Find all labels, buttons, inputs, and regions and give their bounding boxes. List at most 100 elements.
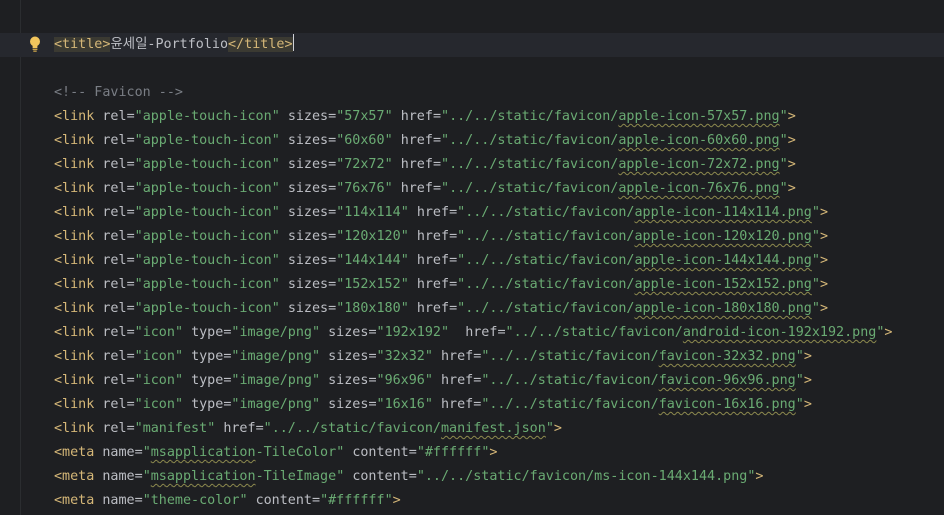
quote: " xyxy=(174,325,183,340)
equals: = xyxy=(497,325,506,340)
code-line[interactable]: <link rel="icon" type="image/png" sizes=… xyxy=(54,321,892,345)
equals: = xyxy=(432,157,441,172)
attr-value-file: android-icon-192x192.png xyxy=(682,325,877,340)
quote: " xyxy=(384,493,393,508)
tag-close: > xyxy=(803,349,812,364)
quote: " xyxy=(811,301,820,316)
quote: " xyxy=(457,277,466,292)
code-line[interactable]: <link rel="apple-touch-icon" sizes="144x… xyxy=(54,249,828,273)
attr-value: ../../static/favicon/ xyxy=(271,421,441,436)
quote: " xyxy=(384,157,393,172)
attr-value: 192x192 xyxy=(384,325,441,340)
code-line[interactable]: <link rel="icon" type="image/png" sizes=… xyxy=(54,369,812,393)
equals: = xyxy=(328,157,337,172)
attr-value: 114x114 xyxy=(344,205,401,220)
attr-value: apple-touch-icon xyxy=(142,253,272,268)
equals: = xyxy=(134,469,143,484)
code-editor[interactable]: <title>윤세일-Portfolio</title> <!-- Favico… xyxy=(0,0,944,515)
attr-name: sizes xyxy=(287,133,329,148)
quote: " xyxy=(400,301,409,316)
code-line[interactable]: <link rel="icon" type="image/png" sizes=… xyxy=(54,345,812,369)
attr-name: content xyxy=(352,445,409,460)
attr-value: ../../static/favicon/ xyxy=(513,325,683,340)
quote: " xyxy=(441,109,450,124)
attr-name: href xyxy=(441,373,474,388)
equals: = xyxy=(449,301,458,316)
attr-name: sizes xyxy=(328,349,369,364)
attr-value: ../../static/favicon/ xyxy=(449,109,619,124)
equals: = xyxy=(368,325,377,340)
quote: " xyxy=(505,325,514,340)
attr-name: sizes xyxy=(287,205,329,220)
attr-value: icon xyxy=(142,373,175,388)
quote: " xyxy=(271,181,280,196)
quote: " xyxy=(441,133,450,148)
attr-name: href xyxy=(223,421,256,436)
tag-close: > xyxy=(819,253,828,268)
tag-open: <link xyxy=(54,133,95,148)
code-line-title[interactable]: <title>윤세일-Portfolio</title> xyxy=(54,33,294,57)
code-line[interactable]: <meta name="msapplication-TileImage" con… xyxy=(54,465,763,489)
attr-value: ../../static/favicon/ xyxy=(465,253,635,268)
attr-name: sizes xyxy=(287,229,329,244)
attr-value: ../../static/favicon/ xyxy=(489,373,659,388)
code-line[interactable]: <link rel="apple-touch-icon" sizes="60x6… xyxy=(54,129,796,153)
quote: " xyxy=(312,349,321,364)
attr-value: image/png xyxy=(239,397,312,412)
attr-name: href xyxy=(465,325,498,340)
code-line[interactable]: <meta name="msapplication-TileColor" con… xyxy=(54,441,497,465)
attr-value: 60x60 xyxy=(344,133,385,148)
attr-value-file: apple-icon-114x114.png xyxy=(634,205,812,220)
quote: " xyxy=(416,469,425,484)
tag-close: > xyxy=(803,397,812,412)
quote: " xyxy=(142,445,151,460)
quote: " xyxy=(134,157,143,172)
tag-close: > xyxy=(803,373,812,388)
quote: " xyxy=(441,181,450,196)
code-line[interactable]: <link rel="icon" type="image/png" sizes=… xyxy=(54,393,812,417)
lightbulb-icon[interactable] xyxy=(28,35,42,53)
quote: " xyxy=(134,253,143,268)
code-line[interactable]: <link rel="apple-touch-icon" sizes="76x7… xyxy=(54,177,796,201)
tag-close: > xyxy=(787,181,796,196)
quote: " xyxy=(134,205,143,220)
attr-name: href xyxy=(441,349,474,364)
title-text: 윤세일-Portfolio xyxy=(110,37,229,52)
code-line[interactable]: <link rel="apple-touch-icon" sizes="120x… xyxy=(54,225,828,249)
code-line[interactable]: <meta name="theme-color" content="#fffff… xyxy=(54,489,401,513)
tag-close: > xyxy=(392,493,401,508)
code-line-comment[interactable]: <!-- Favicon --> xyxy=(54,81,183,105)
quote: " xyxy=(795,373,804,388)
code-line[interactable]: <link rel="apple-touch-icon" sizes="72x7… xyxy=(54,153,796,177)
equals: = xyxy=(255,421,264,436)
code-line[interactable]: <link rel="manifest" href="../../static/… xyxy=(54,417,562,441)
tag-open: <link xyxy=(54,349,95,364)
attr-name: sizes xyxy=(328,373,369,388)
tag-close: > xyxy=(819,229,828,244)
tag-open: <link xyxy=(54,421,95,436)
equals: = xyxy=(126,205,135,220)
code-line[interactable]: <link rel="apple-touch-icon" sizes="180x… xyxy=(54,297,828,321)
quote: " xyxy=(134,373,143,388)
quote: " xyxy=(271,253,280,268)
quote: " xyxy=(795,349,804,364)
equals: = xyxy=(126,277,135,292)
code-line[interactable]: <link rel="apple-touch-icon" sizes="57x5… xyxy=(54,105,796,129)
code-line[interactable]: <link rel="apple-touch-icon" sizes="152x… xyxy=(54,273,828,297)
attr-value: ../../static/favicon/ xyxy=(449,181,619,196)
equals: = xyxy=(126,301,135,316)
attr-value: 32x32 xyxy=(384,349,425,364)
code-line[interactable]: <link rel="apple-touch-icon" sizes="114x… xyxy=(54,201,828,225)
attr-value: 152x152 xyxy=(344,277,401,292)
attr-name: name xyxy=(102,469,135,484)
attr-name: rel xyxy=(102,349,127,364)
attr-value: apple-touch-icon xyxy=(142,133,272,148)
attr-value: image/png xyxy=(239,325,312,340)
